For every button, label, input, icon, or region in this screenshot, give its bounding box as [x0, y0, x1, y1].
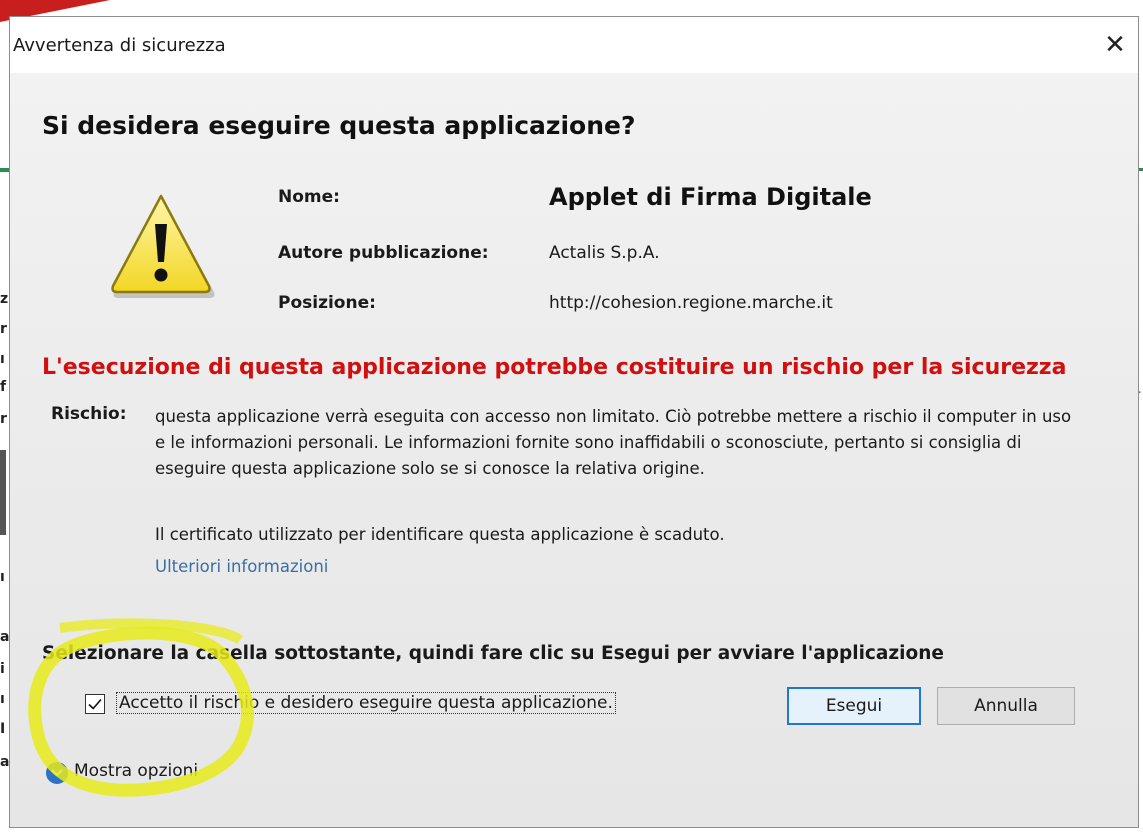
show-options-toggle[interactable]: Mostra opzioni: [74, 761, 198, 781]
risk-description: questa applicazione verrà eseguita con a…: [155, 407, 1072, 478]
location-value: http://cohesion.regione.marche.it: [549, 293, 833, 313]
instruction-text: Selezionare la casella sottostante, quin…: [42, 643, 944, 664]
publisher-value: Actalis S.p.A.: [549, 243, 660, 263]
application-name: Applet di Firma Digitale: [549, 183, 872, 211]
security-risk-title: L'esecuzione di questa applicazione potr…: [42, 355, 1067, 380]
window-title: Avvertenza di sicurezza: [13, 35, 226, 56]
close-icon: ✕: [1104, 30, 1126, 60]
dialog-heading: Si desidera eseguire questa applicazione…: [42, 111, 636, 140]
warning-triangle-icon: [111, 194, 215, 298]
title-bar: Avvertenza di sicurezza ✕: [10, 17, 1138, 73]
location-label: Posizione:: [278, 293, 376, 313]
cancel-button[interactable]: Annulla: [937, 687, 1075, 725]
publisher-label: Autore pubblicazione:: [278, 243, 489, 263]
chevron-down-icon[interactable]: [46, 762, 68, 784]
run-button[interactable]: Esegui: [787, 687, 921, 725]
risk-label: Rischio:: [51, 404, 127, 424]
security-warning-dialog: Avvertenza di sicurezza ✕ Si desidera es…: [9, 16, 1139, 828]
accept-risk-checkbox[interactable]: [85, 694, 105, 714]
checkmark-icon: [88, 698, 102, 710]
certificate-expired-text: Il certificato utilizzato per identifica…: [155, 525, 725, 544]
more-info-link[interactable]: Ulteriori informazioni: [155, 557, 328, 576]
name-label: Nome:: [278, 187, 340, 207]
accept-risk-label[interactable]: Accetto il rischio e desidero eseguire q…: [116, 692, 616, 714]
screen: z r ı f r ı a i ı I a ı ı r ı ı ı Avvert…: [0, 0, 1143, 833]
close-button[interactable]: ✕: [1092, 17, 1138, 73]
